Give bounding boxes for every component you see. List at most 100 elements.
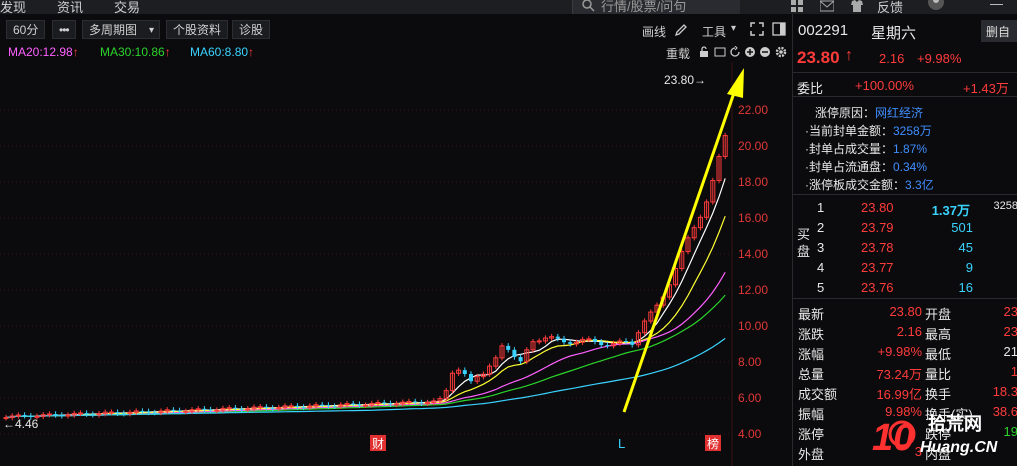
candles [3, 132, 728, 421]
bid-row[interactable]: 5 23.76 16 [793, 280, 1017, 298]
candle-body [146, 411, 151, 413]
candle-body [357, 404, 362, 406]
candle-body [388, 403, 393, 405]
draw-line-button[interactable]: 画线 [642, 23, 666, 40]
candle-body [177, 410, 182, 412]
candle-body [462, 370, 467, 375]
fullscreen-icon[interactable] [750, 22, 764, 36]
ma20-label: MA20:12.98↑ [8, 45, 79, 59]
marker-cai[interactable]: 财 [370, 435, 386, 451]
candle-body [555, 336, 560, 339]
search-icon [582, 0, 595, 12]
bid-volume: 45 [958, 240, 973, 255]
zoom-in-icon[interactable] [744, 46, 756, 58]
candle-body [77, 412, 83, 415]
order-ratio-diff: +1.43万 [963, 81, 1009, 96]
stat-label: 涨停 [798, 427, 825, 442]
candle-body [84, 413, 89, 415]
limit-info-row: 涨停原因：网红经济 [815, 104, 923, 121]
skin-icon[interactable] [850, 0, 864, 12]
refresh-icon[interactable] [729, 46, 741, 58]
nav-discover[interactable]: 发现 [0, 0, 26, 16]
y-tick-label: 16.00 [738, 211, 768, 225]
multi-period-button[interactable]: 多周期图 ▾ [82, 20, 161, 39]
bid-volume: 501 [951, 220, 973, 235]
candle-body [363, 404, 369, 407]
candle-body [226, 407, 232, 410]
stat-label: 最高 [925, 327, 952, 342]
overlay-reload-label[interactable]: 重载 [666, 45, 690, 62]
avatar-icon[interactable] [925, 0, 947, 14]
bid-row[interactable]: 2 23.79 501 [793, 220, 1017, 238]
settings-small-icon[interactable] [714, 46, 726, 58]
bid-level: 2 [817, 220, 825, 235]
zoom-out-icon[interactable] [759, 46, 771, 58]
limit-info-value[interactable]: 网红经济 [875, 106, 923, 120]
bid-row[interactable]: 4 23.77 9 [793, 260, 1017, 278]
marker-l[interactable]: L [618, 436, 625, 451]
tools-button[interactable]: 工具 [702, 23, 726, 40]
bid-level: 1 [817, 200, 825, 215]
candle-body [624, 340, 628, 342]
stat-label: 最低 [925, 347, 952, 362]
trend-arrow [622, 68, 744, 413]
candle-body [518, 357, 523, 362]
candle-body [65, 414, 71, 417]
gear-icon[interactable] [774, 45, 788, 59]
order-ratio-pct: +100.00% [855, 78, 914, 93]
candle-body [375, 401, 381, 404]
limit-info-row: ·封单占成交量：1.87% [805, 140, 927, 157]
bid-level: 4 [817, 260, 825, 275]
bid-level: 3 [817, 240, 825, 255]
candle-body [413, 401, 418, 403]
bid-row[interactable]: 3 23.78 45 [793, 240, 1017, 258]
more-button[interactable]: ••• [52, 20, 76, 39]
candle-body [90, 414, 95, 416]
candle-body [214, 409, 220, 412]
y-tick-label: 8.00 [738, 355, 762, 369]
pencil-icon[interactable] [674, 23, 688, 37]
grid-icon[interactable] [790, 0, 804, 12]
nav-trade[interactable]: 交易 [114, 0, 140, 16]
candle-body [605, 345, 610, 347]
up-arrow-icon: ↑ [845, 47, 853, 64]
search-box[interactable]: 行情/股票/问句 [572, 0, 740, 14]
candle-body [326, 404, 331, 407]
minimize-icon[interactable]: — [990, 0, 1003, 11]
candle-body [257, 406, 263, 409]
stats-row: 涨跌 2.16 最高 23 [793, 324, 1017, 342]
profile-button[interactable]: 个股资料 [166, 20, 229, 39]
limit-info-label: ·封单占流通盘： [805, 160, 893, 174]
stat-label: 涨幅 [798, 347, 825, 362]
stock-name: 星期六 [871, 25, 917, 42]
diagnose-button[interactable]: 诊股 [232, 20, 271, 39]
marker-bang[interactable]: 榜 [705, 435, 721, 451]
candlestick-chart[interactable]: 22.00 20.00 18.00 16.00 14.00 12.00 10.00 8.00 6… [0, 62, 790, 466]
limit-info-label: ·当前封单金额： [805, 124, 893, 138]
low-price-label: ←4.46 [3, 417, 39, 431]
candle-body [46, 413, 52, 416]
candle-body [264, 406, 269, 408]
candle-body [599, 341, 604, 346]
candle-body [115, 412, 120, 414]
y-tick-label: 10.00 [738, 319, 768, 333]
nav-news[interactable]: 资讯 [57, 0, 83, 16]
y-tick-label: 20.00 [738, 139, 768, 153]
stats-row: 最新 23.80 开盘 23 [793, 304, 1017, 322]
candle-body [295, 405, 300, 408]
candle-body [512, 349, 517, 358]
bid-row[interactable]: 1 23.80 1.37万 3258 [793, 200, 1017, 218]
panel-toggle-icon[interactable] [772, 22, 786, 36]
ma60-label: MA60:8.80↑ [190, 45, 255, 59]
chart-toolbar: 60分 ••• 多周期图 ▾ 个股资料 诊股 画线 工具 ▾ [0, 18, 790, 42]
chevron-down-icon: ▾ [148, 25, 155, 36]
mail-icon[interactable] [820, 0, 834, 12]
candle-body [332, 406, 337, 408]
candle-body [630, 341, 635, 345]
lock-icon[interactable] [698, 46, 710, 58]
period-button[interactable]: 60分 [6, 20, 46, 39]
stat-value: 16.99亿 [876, 387, 922, 402]
remove-watch-button[interactable]: 删自 [981, 20, 1017, 42]
candle-body [270, 407, 275, 409]
search-placeholder: 行情/股票/问句 [601, 0, 687, 14]
